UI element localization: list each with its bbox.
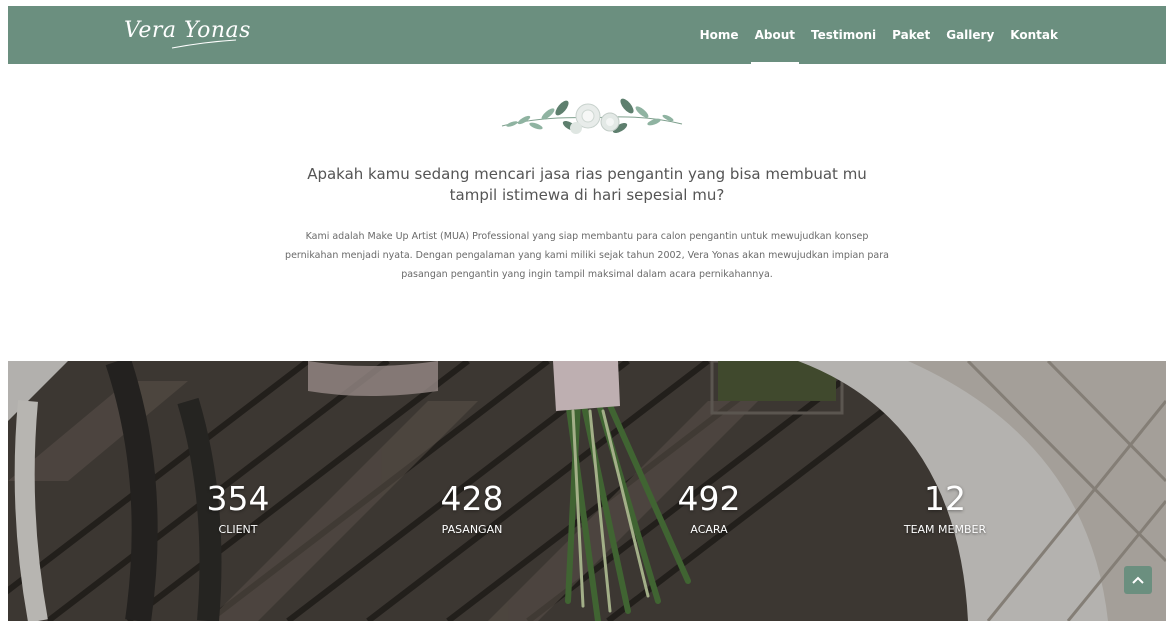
about-heading: Apakah kamu sedang mencari jasa rias pen… — [307, 165, 867, 204]
brand-logo[interactable]: Vera Yonas — [124, 16, 250, 54]
about-section: Apakah kamu sedang mencari jasa rias pen… — [8, 64, 1166, 361]
counter-label: TEAM MEMBER — [903, 523, 987, 536]
counter-pasangan: 428 PASANGAN — [397, 481, 547, 537]
counter-label: ACARA — [690, 523, 728, 536]
page: Vera Yonas Home About Testimoni Paket Ga… — [8, 6, 1166, 621]
counter-team-member: 12 TEAM MEMBER — [870, 481, 1020, 537]
floral-decoration-icon — [501, 98, 683, 134]
nav-gallery[interactable]: Gallery — [938, 6, 1002, 64]
chevron-up-icon — [1132, 576, 1144, 584]
counter-client: 354 CLIENT — [163, 481, 313, 537]
counter-value: 492 — [677, 479, 741, 518]
nav-about[interactable]: About — [747, 6, 803, 64]
about-paragraph: Kami adalah Make Up Artist (MUA) Profess… — [285, 231, 889, 280]
counter-value: 428 — [440, 479, 504, 518]
counter-value: 12 — [924, 479, 966, 518]
nav-testimoni[interactable]: Testimoni — [803, 6, 884, 64]
counter-label: PASANGAN — [441, 523, 503, 536]
counter-value: 354 — [206, 479, 270, 518]
scroll-to-top-button[interactable] — [1124, 566, 1152, 594]
main-nav: Home About Testimoni Paket Gallery Konta… — [692, 6, 1066, 64]
counters-section: 354 CLIENT 428 PASANGAN 492 ACARA 12 TEA… — [8, 361, 1166, 621]
counter-label: CLIENT — [218, 523, 258, 536]
logo-underline-flourish — [171, 39, 237, 49]
nav-paket[interactable]: Paket — [884, 6, 938, 64]
navbar: Vera Yonas Home About Testimoni Paket Ga… — [8, 6, 1166, 64]
nav-kontak[interactable]: Kontak — [1002, 6, 1066, 64]
counter-acara: 492 ACARA — [634, 481, 784, 537]
nav-home[interactable]: Home — [692, 6, 747, 64]
